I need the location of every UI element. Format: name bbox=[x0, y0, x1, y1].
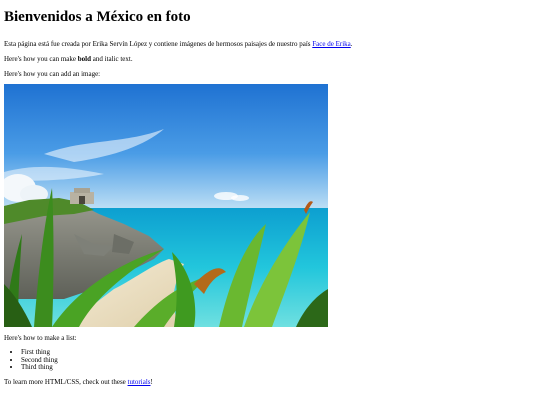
bold-text: bold bbox=[77, 55, 91, 63]
formatting-paragraph: Here's how you can make bold and italic … bbox=[4, 55, 536, 64]
intro-paragraph: Esta página está fue creada por Erika Se… bbox=[4, 40, 536, 49]
image-intro-text: Here's how you can add an image: bbox=[4, 70, 101, 78]
page-content: Bienvenidos a México en foto Esta página… bbox=[4, 0, 536, 387]
intro-text: Esta página está fue creada por Erika Se… bbox=[4, 40, 313, 48]
list-item: Third thing bbox=[21, 363, 536, 372]
learn-more-text: To learn more HTML/CSS, check out these bbox=[4, 377, 128, 386]
learn-more-text-end: ! bbox=[150, 377, 153, 386]
list-item: Second thing bbox=[21, 356, 536, 365]
list-intro-text: Here's how to make a list: bbox=[4, 334, 77, 342]
learn-more-paragraph: To learn more HTML/CSS, check out these … bbox=[4, 378, 536, 387]
tulum-beach-photo bbox=[4, 84, 328, 327]
list-item: First thing bbox=[21, 348, 536, 357]
intro-text-end: . bbox=[350, 40, 353, 48]
tutorials-link[interactable]: tutorials bbox=[128, 378, 151, 386]
page-title: Bienvenidos a México en foto bbox=[4, 9, 191, 25]
formatting-text-end: and italic text. bbox=[91, 55, 133, 63]
face-de-erika-link[interactable]: Face de Erika bbox=[312, 40, 350, 48]
example-list: First thing Second thing Third thing bbox=[4, 348, 536, 372]
formatting-text: Here's how you can make bbox=[4, 55, 78, 63]
